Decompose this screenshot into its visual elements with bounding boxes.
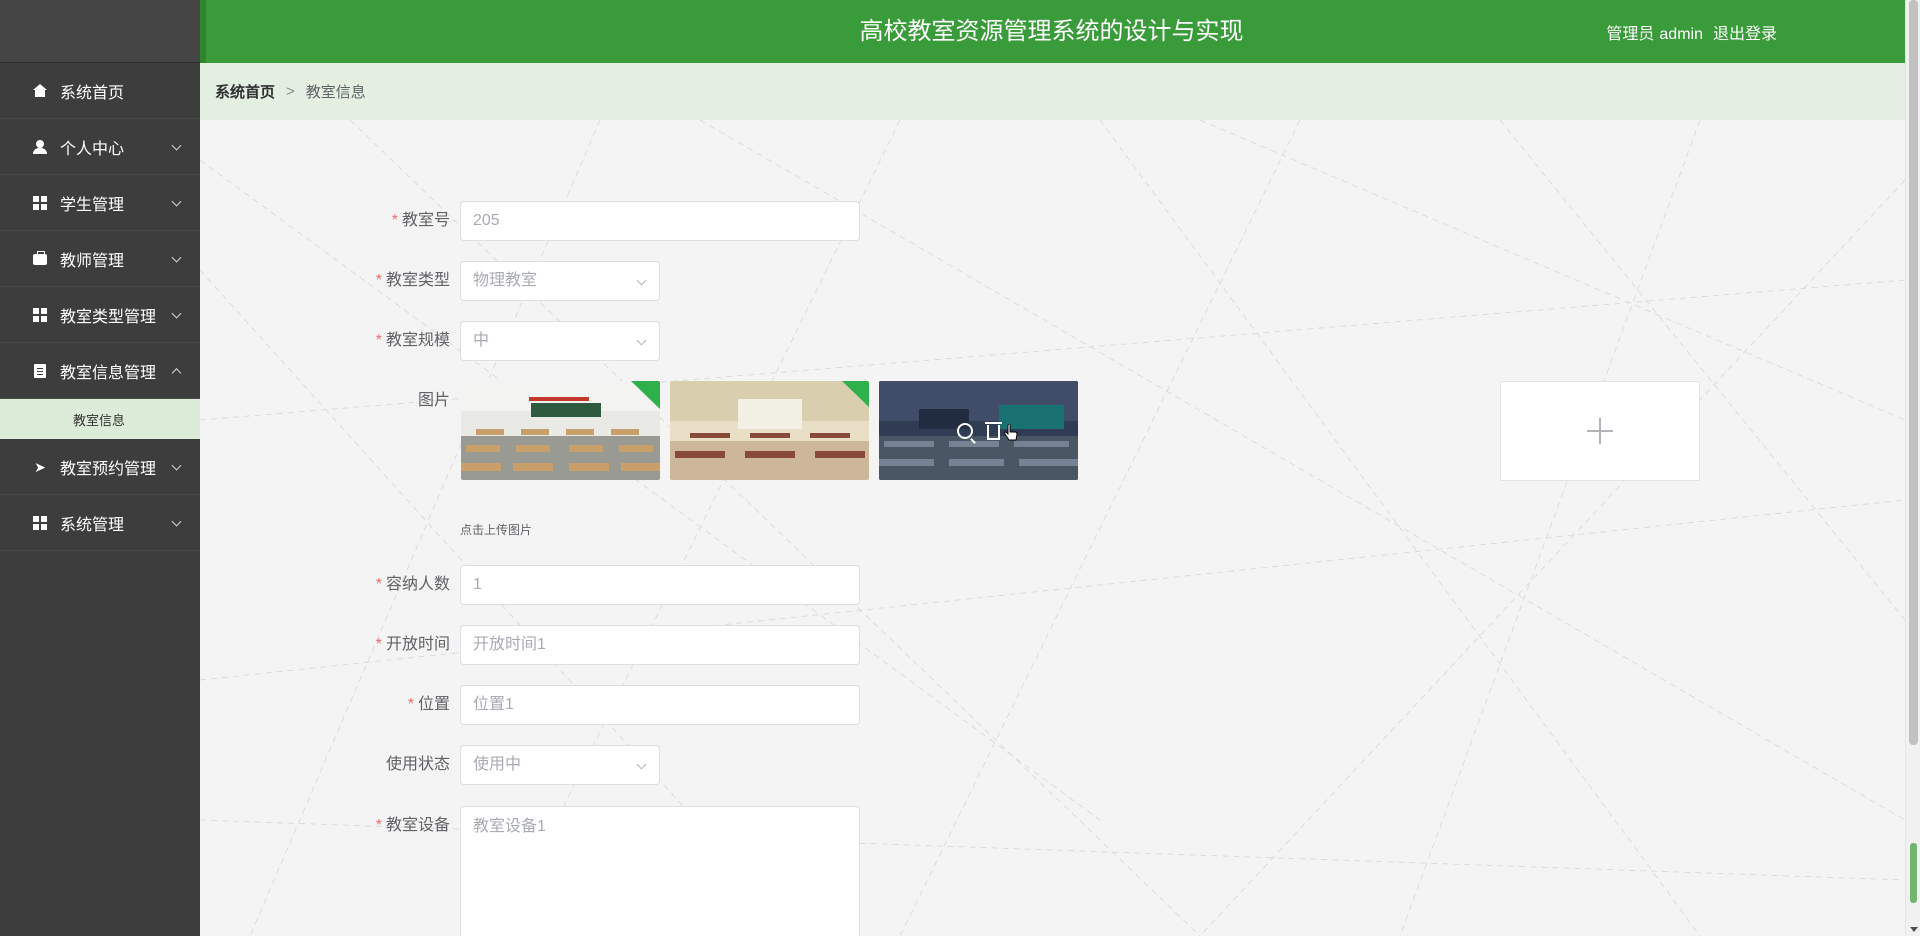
location-label: * 位置 (407, 696, 450, 713)
chevron-down-icon (171, 308, 182, 319)
scroll-indicator (1910, 843, 1917, 903)
sidebar-item-student-management[interactable]: 学生管理 (0, 175, 200, 231)
status-value: 使用中 (473, 756, 522, 773)
classroom-type-label: * 教室类型 (375, 272, 450, 289)
sidebar-logo-area (0, 0, 200, 63)
breadcrumb: 系统首页 > 教室信息 (200, 63, 1905, 120)
classroom-no-label: * 教室号 (391, 212, 450, 229)
capacity-input[interactable]: 1 (460, 565, 860, 605)
classroom-type-select[interactable]: 物理教室 (460, 261, 660, 301)
chevron-down-icon (171, 516, 182, 527)
chevron-up-icon (171, 367, 182, 378)
sidebar-item-label: 学生管理 (60, 196, 125, 214)
scroll-down-arrow-icon[interactable] (1910, 927, 1918, 932)
grid-icon (32, 195, 48, 211)
briefcase-icon (32, 251, 48, 267)
sidebar-item-teacher-management[interactable]: 教师管理 (0, 231, 200, 287)
open-time-label: * 开放时间 (375, 636, 450, 653)
images-label: 图片 (417, 392, 450, 409)
breadcrumb-home[interactable]: 系统首页 (215, 81, 275, 102)
classroom-image-3[interactable] (879, 381, 1078, 480)
chevron-down-icon (636, 335, 647, 346)
sidebar-item-system-management[interactable]: 系统管理 (0, 495, 200, 551)
chevron-down-icon (171, 252, 182, 263)
grid-icon (32, 515, 48, 531)
background-pattern (200, 120, 1905, 936)
equipment-textarea[interactable]: 教室设备1 (460, 806, 860, 936)
user-info: 管理员 admin (1606, 20, 1703, 44)
sidebar-item-label: 教室预约管理 (60, 460, 157, 478)
sidebar-item-classroom-type-management[interactable]: 教室类型管理 (0, 287, 200, 343)
location-input[interactable]: 位置1 (460, 685, 860, 725)
home-icon (32, 83, 48, 99)
delete-icon[interactable] (985, 421, 1002, 440)
classroom-scale-select[interactable]: 中 (460, 321, 660, 361)
user-role: 管理员 (1606, 26, 1655, 43)
chevron-down-icon (636, 759, 647, 770)
sidebar-item-label: 系统首页 (60, 84, 125, 102)
sidebar-item-reservation-management[interactable]: ➤ 教室预约管理 (0, 439, 200, 495)
grid-icon (32, 307, 48, 323)
chevron-down-icon (636, 275, 647, 286)
main-content (200, 120, 1905, 936)
page-scrollbar[interactable] (1905, 0, 1920, 936)
plus-icon (1587, 418, 1613, 444)
classroom-no-input[interactable]: 205 (460, 201, 860, 241)
sidebar-item-label: 教师管理 (60, 252, 125, 270)
sidebar-item-label: 系统管理 (60, 516, 125, 534)
capacity-label: * 容纳人数 (375, 576, 450, 593)
classroom-type-value: 物理教室 (473, 272, 538, 289)
status-select[interactable]: 使用中 (460, 745, 660, 785)
sidebar-item-personal-center[interactable]: 个人中心 (0, 119, 200, 175)
upload-image-button[interactable] (1500, 381, 1700, 481)
logout-button[interactable]: 退出登录 (1713, 20, 1777, 44)
breadcrumb-separator: > (286, 83, 295, 100)
header-user-area: 管理员 admin 退出登录 (1606, 20, 1777, 44)
classroom-image-1[interactable] (461, 381, 660, 480)
sidebar-subitem-label: 教室信息 (72, 412, 125, 428)
classroom-scale-value: 中 (473, 332, 490, 349)
breadcrumb-current: 教室信息 (305, 84, 366, 101)
sidebar-item-label: 教室类型管理 (60, 308, 157, 326)
sidebar-item-home[interactable]: 系统首页 (0, 63, 200, 119)
user-icon (32, 139, 48, 155)
zoom-in-icon[interactable] (957, 422, 973, 439)
equipment-label: * 教室设备 (375, 817, 450, 834)
sidebar-subitem-classroom-info[interactable]: 教室信息 (0, 399, 200, 439)
sidebar-item-classroom-info-management[interactable]: 教室信息管理 (0, 343, 200, 399)
chevron-down-icon (171, 460, 182, 471)
upload-tip: 点击上传图片 (460, 523, 533, 537)
classroom-scale-label: * 教室规模 (375, 332, 450, 349)
open-time-input[interactable]: 开放时间1 (460, 625, 860, 665)
user-name: admin (1659, 26, 1703, 43)
sidebar-item-label: 个人中心 (60, 140, 125, 158)
chevron-down-icon (171, 140, 182, 151)
hand-cursor-icon (1004, 424, 1018, 441)
status-label: 使用状态 (385, 756, 450, 773)
paper-plane-icon: ➤ (34, 458, 46, 475)
sidebar: 系统首页 个人中心 学生管理 教师管理 教室类型管理 教室信息管理 教室信息 ➤… (0, 0, 200, 936)
classroom-image-2[interactable] (670, 381, 869, 480)
clipboard-icon (32, 363, 48, 379)
chevron-down-icon (171, 196, 182, 207)
image-actions-overlay (879, 381, 1078, 480)
top-header: 高校教室资源管理系统的设计与实现 管理员 admin 退出登录 (200, 0, 1905, 63)
sidebar-item-label: 教室信息管理 (60, 364, 157, 382)
scrollbar-thumb[interactable] (1909, 0, 1918, 745)
